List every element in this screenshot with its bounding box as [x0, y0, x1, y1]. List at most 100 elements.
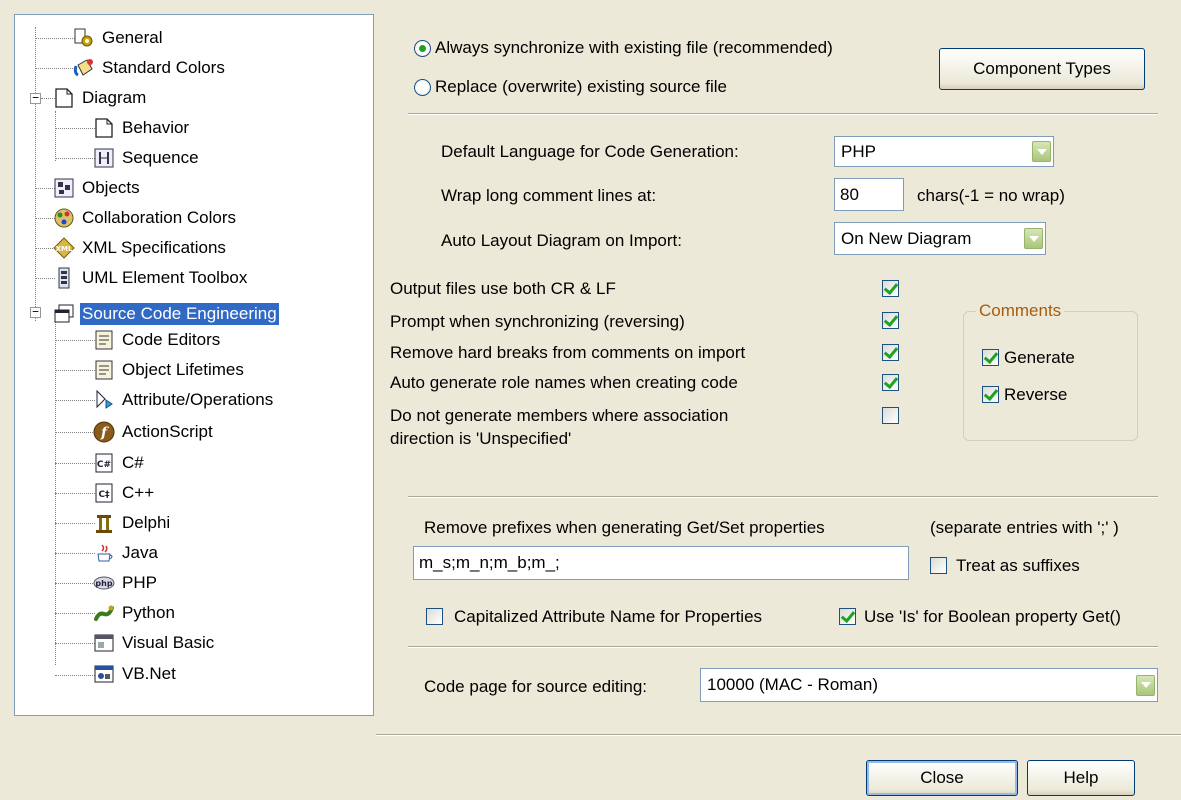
help-button[interactable]: Help	[1027, 760, 1135, 796]
comments-group-title: Comments	[976, 301, 1065, 321]
default-language-label: Default Language for Code Generation:	[441, 142, 739, 161]
comments-group: Comments	[963, 301, 1138, 441]
vbnet-icon	[93, 663, 115, 685]
tree-item-behavior[interactable]: Behavior	[93, 115, 191, 141]
comments-reverse-label: Reverse	[1004, 385, 1068, 404]
tree-item-label: Attribute/Operations	[122, 390, 274, 409]
component-types-button[interactable]: Component Types	[939, 48, 1145, 90]
auto-layout-value: On New Diagram	[841, 228, 972, 248]
tree-item-object-lifetimes[interactable]: Object Lifetimes	[93, 357, 246, 383]
wrap-comment-label: Wrap long comment lines at:	[441, 186, 657, 205]
use-is-boolean-label: Use 'Is' for Boolean property Get()	[864, 607, 1121, 626]
comments-generate-checkbox[interactable]	[982, 349, 999, 366]
crlf-checkbox[interactable]	[882, 280, 899, 297]
tree-item-label: UML Element Toolbox	[82, 268, 248, 287]
default-language-select[interactable]: PHP	[834, 136, 1054, 167]
no-members-label: Do not generate members where associatio…	[390, 406, 729, 425]
tree-item-label: Collaboration Colors	[82, 208, 237, 227]
xml-icon: XML	[53, 237, 75, 259]
source-code-collapse-toggle[interactable]: −	[30, 306, 41, 318]
prompt-sync-checkbox[interactable]	[882, 312, 899, 329]
paint-bucket-icon	[73, 57, 95, 79]
attribute-icon	[93, 389, 115, 411]
comments-reverse-checkbox[interactable]	[982, 386, 999, 403]
capitalized-attribute-checkbox[interactable]	[426, 608, 443, 625]
tree-item-label: Standard Colors	[102, 58, 225, 77]
tree-item-java[interactable]: Java	[93, 540, 160, 566]
tree-item-code-editors[interactable]: Code Editors	[93, 327, 222, 353]
code-page-select[interactable]: 10000 (MAC - Roman)	[700, 668, 1158, 702]
tree-item-diagram[interactable]: Diagram	[53, 85, 148, 111]
tree-item-actionscript[interactable]: f ActionScript	[93, 419, 215, 445]
treat-as-suffixes-label: Treat as suffixes	[956, 556, 1080, 575]
tree-item-label: C#	[122, 453, 144, 472]
remove-hard-breaks-label: Remove hard breaks from comments on impo…	[390, 343, 746, 362]
tree-item-label: Object Lifetimes	[122, 360, 244, 379]
tree-item-python[interactable]: Python	[93, 600, 177, 626]
tree-item-csharp[interactable]: C# C#	[93, 450, 146, 476]
tree-item-label: C++	[122, 483, 155, 502]
auto-role-names-checkbox[interactable]	[882, 374, 899, 391]
tree-item-uml-element-toolbox[interactable]: UML Element Toolbox	[53, 265, 249, 291]
separator	[408, 496, 1158, 498]
options-tree[interactable]: − − General Standard Colors Diagram Beha…	[14, 14, 374, 716]
tree-item-source-code-engineering[interactable]: Source Code Engineering	[53, 301, 280, 327]
tree-item-objects[interactable]: Objects	[53, 175, 142, 201]
radio-unselected-icon	[414, 78, 431, 96]
objects-icon	[53, 177, 75, 199]
prefixes-input[interactable]: m_s;m_n;m_b;m_;	[413, 546, 909, 580]
tree-item-collaboration-colors[interactable]: Collaboration Colors	[53, 205, 238, 231]
diagram-collapse-toggle[interactable]: −	[30, 92, 41, 104]
python-icon	[93, 602, 115, 624]
toolbox-icon	[53, 267, 75, 289]
tree-item-delphi[interactable]: Delphi	[93, 510, 172, 536]
tree-item-visual-basic[interactable]: Visual Basic	[93, 630, 216, 656]
default-language-value: PHP	[841, 141, 876, 161]
separator	[408, 113, 1158, 115]
svg-text:php: php	[95, 579, 112, 588]
separator-hint-label: (separate entries with ';' )	[930, 518, 1119, 537]
use-is-boolean-checkbox[interactable]	[839, 608, 856, 625]
auto-layout-select[interactable]: On New Diagram	[834, 222, 1046, 255]
no-members-label-line2: direction is 'Unspecified'	[390, 429, 572, 448]
chevron-down-icon[interactable]	[1024, 228, 1043, 249]
tree-item-label: VB.Net	[122, 664, 176, 683]
php-icon: php	[93, 572, 115, 594]
tree-item-general[interactable]: General	[73, 25, 164, 51]
tree-item-sequence[interactable]: Sequence	[93, 145, 201, 171]
tree-item-label: Java	[122, 543, 158, 562]
tree-item-php[interactable]: php PHP	[93, 570, 159, 596]
separator	[376, 734, 1181, 736]
sequence-icon	[93, 147, 115, 169]
auto-role-names-label: Auto generate role names when creating c…	[390, 373, 738, 392]
treat-as-suffixes-checkbox[interactable]	[930, 557, 947, 574]
tree-item-label: Objects	[82, 178, 140, 197]
general-icon	[73, 27, 95, 49]
always-sync-radio[interactable]: Always synchronize with existing file (r…	[414, 38, 833, 58]
tree-item-label: Diagram	[82, 88, 147, 107]
visual-basic-icon	[93, 632, 115, 654]
tree-item-label: XML Specifications	[82, 238, 226, 257]
remove-hard-breaks-checkbox[interactable]	[882, 344, 899, 361]
replace-overwrite-radio[interactable]: Replace (overwrite) existing source file	[414, 77, 727, 97]
tree-item-vbnet[interactable]: VB.Net	[93, 661, 178, 687]
code-page-label: Code page for source editing:	[424, 677, 648, 696]
svg-text:XML: XML	[56, 245, 73, 253]
comments-generate-label: Generate	[1004, 348, 1075, 367]
tree-item-label: Visual Basic	[122, 633, 215, 652]
svg-text:C‡: C‡	[98, 490, 110, 500]
close-button[interactable]: Close	[866, 760, 1018, 796]
tree-item-cpp[interactable]: C‡ C++	[93, 480, 156, 506]
tree-item-label: Sequence	[122, 148, 199, 167]
crlf-label: Output files use both CR & LF	[390, 279, 616, 298]
tree-item-xml-specifications[interactable]: XML XML Specifications	[53, 235, 228, 261]
wrap-length-input[interactable]: 80	[834, 178, 904, 211]
tree-item-standard-colors[interactable]: Standard Colors	[73, 55, 227, 81]
radio-selected-icon	[414, 39, 431, 57]
code-page-icon	[93, 329, 115, 351]
chevron-down-icon[interactable]	[1136, 674, 1155, 696]
no-members-checkbox[interactable]	[882, 407, 899, 424]
chevron-down-icon[interactable]	[1032, 141, 1051, 162]
tree-item-attribute-operations[interactable]: Attribute/Operations	[93, 387, 275, 413]
tree-item-label: ActionScript	[122, 422, 213, 441]
